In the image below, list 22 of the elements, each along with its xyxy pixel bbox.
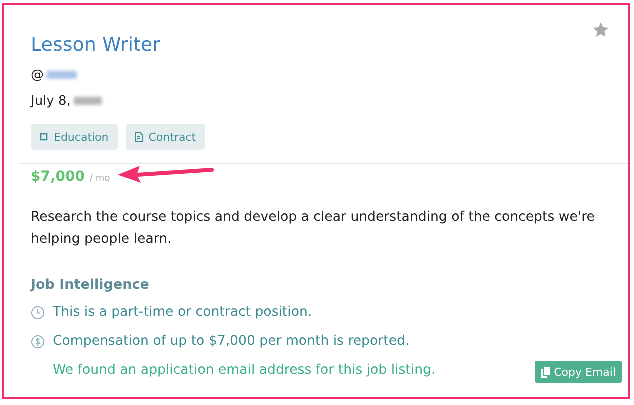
- square-icon: [40, 133, 48, 141]
- copy-email-button[interactable]: Copy Email: [535, 361, 622, 383]
- copy-icon: [541, 366, 552, 378]
- section-heading: Job Intelligence: [31, 277, 150, 293]
- salary-period: / mo: [90, 174, 110, 184]
- document-icon: [134, 132, 143, 142]
- dollar-icon: [31, 334, 45, 348]
- redacted-mark: [47, 71, 77, 79]
- company-handle: @: [31, 68, 44, 82]
- job-title[interactable]: Lesson Writer: [31, 32, 600, 58]
- category-tag[interactable]: Contract: [126, 124, 206, 150]
- star-icon[interactable]: [592, 21, 610, 39]
- clock-icon: [31, 306, 45, 320]
- intelligence-note: Compensation of up to $7,000 per month is reported.: [53, 334, 410, 349]
- job-description: Research the course topics and develop a clear understanding of the concepts we're helping people learn.: [31, 209, 596, 249]
- intelligence-note: This is a part-time or contract position.: [53, 305, 312, 320]
- intelligence-note: We found an application email address for this job listing.: [53, 363, 436, 378]
- redacted-mark: [74, 97, 102, 105]
- salary-amount: $7,000: [31, 169, 86, 185]
- posted-date: July 8,: [31, 94, 71, 108]
- arrow-icon: [116, 164, 214, 184]
- category-tag[interactable]: Education: [31, 124, 118, 150]
